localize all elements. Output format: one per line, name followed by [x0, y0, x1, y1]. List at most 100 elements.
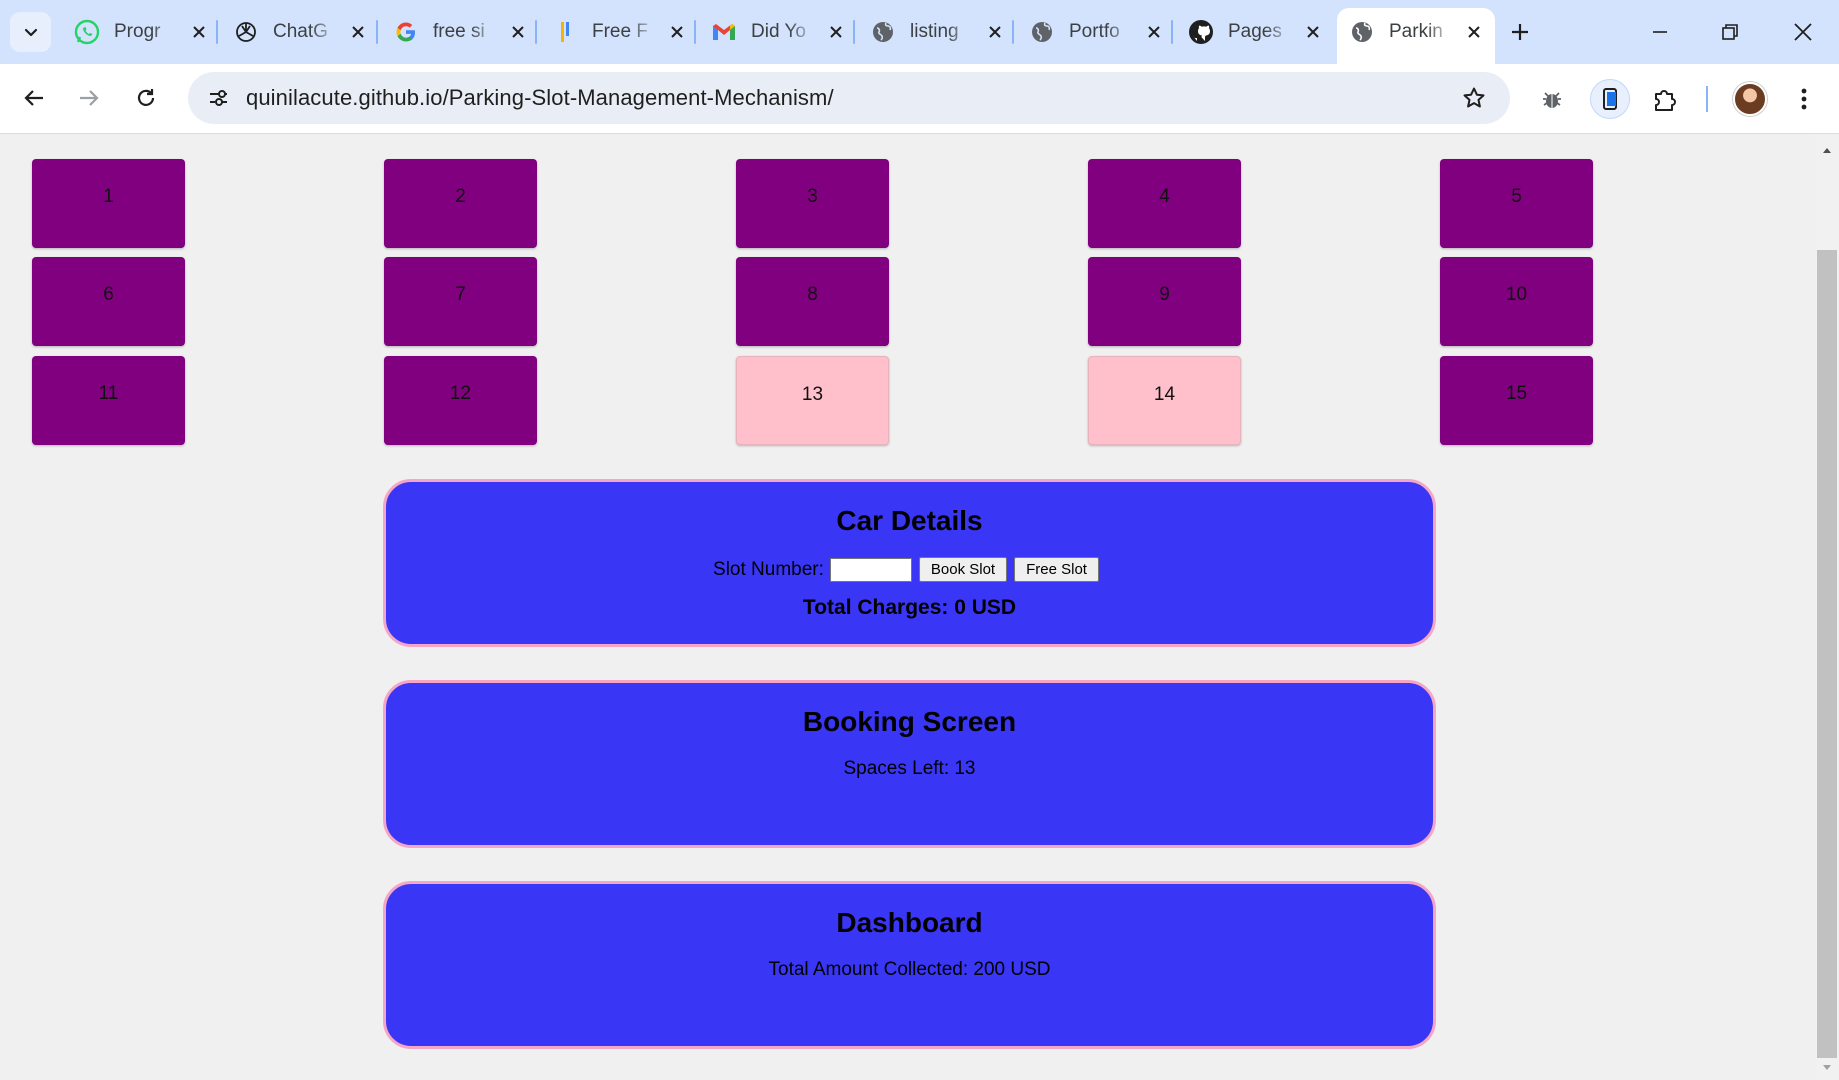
- profile-avatar[interactable]: [1733, 82, 1767, 116]
- parking-slot[interactable]: 2: [384, 159, 537, 248]
- slot-number-text: 2: [455, 186, 466, 207]
- tab-parking-active[interactable]: Parkin: [1337, 8, 1495, 64]
- tab-separator: [535, 20, 537, 44]
- tab-title: listing: [910, 21, 959, 42]
- tab-portfolio[interactable]: Portfo: [1017, 8, 1175, 56]
- back-button[interactable]: [12, 76, 56, 120]
- close-icon[interactable]: [1463, 21, 1485, 43]
- parking-slot[interactable]: 8: [736, 257, 889, 346]
- site-settings-icon[interactable]: [202, 82, 234, 114]
- tab-title: Portfo: [1069, 21, 1120, 42]
- parking-slot[interactable]: 14: [1088, 356, 1241, 445]
- tab-freepik[interactable]: Free F: [540, 8, 698, 56]
- close-icon[interactable]: [347, 21, 369, 43]
- close-icon[interactable]: [1302, 21, 1324, 43]
- tab-listing[interactable]: listing: [858, 8, 1016, 56]
- globe-icon: [1029, 19, 1055, 45]
- parking-slot[interactable]: 9: [1088, 257, 1241, 346]
- parking-slot[interactable]: 1: [32, 159, 185, 248]
- close-icon[interactable]: [507, 21, 529, 43]
- slot-number-text: 3: [807, 186, 818, 207]
- slot-number-text: 1: [103, 186, 114, 207]
- tab-separator: [376, 20, 378, 44]
- tab-separator: [1012, 20, 1014, 44]
- tab-title: Progr: [114, 21, 161, 42]
- slot-number-label: Slot Number:: [713, 558, 824, 580]
- github-icon: [1188, 19, 1214, 45]
- close-icon[interactable]: [666, 21, 688, 43]
- tab-title: Parkin: [1389, 21, 1443, 42]
- plus-icon: [1512, 24, 1528, 40]
- slot-form: Slot Number: Book Slot Free Slot: [386, 557, 1433, 582]
- google-icon: [393, 19, 419, 45]
- mobile-device-icon[interactable]: [1590, 79, 1630, 119]
- bookmark-star-icon[interactable]: [1460, 84, 1488, 112]
- tab-whatsapp[interactable]: Progr: [62, 8, 220, 56]
- parking-slot[interactable]: 15: [1440, 356, 1593, 445]
- parking-slot[interactable]: 3: [736, 159, 889, 248]
- url-text: quinilacute.github.io/Parking-Slot-Manag…: [246, 85, 834, 110]
- gmail-icon: [711, 19, 737, 45]
- slot-number-text: 7: [455, 284, 466, 305]
- restore-icon: [1722, 24, 1738, 40]
- extensions-puzzle-icon[interactable]: [1647, 81, 1683, 117]
- parking-slot[interactable]: 6: [32, 257, 185, 346]
- parking-slot[interactable]: 7: [384, 257, 537, 346]
- close-icon[interactable]: [825, 21, 847, 43]
- parking-slot[interactable]: 4: [1088, 159, 1241, 248]
- slot-number-text: 14: [1153, 384, 1176, 405]
- forward-button[interactable]: [67, 76, 111, 120]
- parking-slot[interactable]: 12: [384, 356, 537, 445]
- scroll-up-arrow-icon[interactable]: [1820, 143, 1834, 157]
- toolbar-divider: [1706, 86, 1708, 112]
- tab-google[interactable]: free si: [381, 8, 539, 56]
- whatsapp-icon: [74, 19, 100, 45]
- scrollbar-thumb[interactable]: [1817, 250, 1837, 1058]
- dashboard-panel: Dashboard Total Amount Collected: 200 US…: [383, 881, 1436, 1049]
- tab-chatgpt[interactable]: ChatG: [221, 8, 379, 56]
- car-details-title: Car Details: [836, 505, 983, 536]
- parking-slot[interactable]: 11: [32, 356, 185, 445]
- free-slot-button[interactable]: Free Slot: [1014, 557, 1099, 582]
- tab-github-pages[interactable]: Pages: [1176, 8, 1334, 56]
- page-viewport: 1 2 3 4 5 6 7 8 9 10 11 12 13 14 15 Car Details Slot N…: [0, 135, 1815, 1080]
- slot-number-input[interactable]: [829, 557, 912, 582]
- globe-icon: [870, 19, 896, 45]
- tab-strip: Progr ChatG free si Free F Did Yo listin…: [0, 0, 1839, 64]
- close-icon[interactable]: [1143, 21, 1165, 43]
- tab-title: ChatG: [273, 21, 328, 42]
- slot-number-text: 10: [1505, 284, 1528, 305]
- chatgpt-icon: [233, 19, 259, 45]
- kebab-menu-icon[interactable]: [1786, 81, 1822, 117]
- parking-slot[interactable]: 10: [1440, 257, 1593, 346]
- total-charges: Total Charges: 0 USD: [802, 596, 1017, 619]
- close-window-button[interactable]: [1768, 0, 1838, 64]
- tab-search-button[interactable]: [10, 12, 51, 52]
- slot-number-text: 13: [801, 384, 824, 405]
- slot-number-text: 4: [1159, 186, 1170, 207]
- address-bar[interactable]: quinilacute.github.io/Parking-Slot-Manag…: [188, 72, 1510, 124]
- dashboard-title: Dashboard: [836, 907, 983, 938]
- arrow-left-icon: [24, 90, 43, 106]
- slot-number-text: 12: [449, 383, 472, 404]
- minimize-button[interactable]: [1625, 0, 1695, 64]
- freepik-icon: [552, 19, 578, 45]
- reload-icon: [137, 89, 155, 106]
- book-slot-button[interactable]: Book Slot: [918, 557, 1008, 582]
- globe-icon: [1349, 19, 1375, 45]
- tab-separator: [694, 20, 696, 44]
- slot-number-text: 6: [103, 284, 114, 305]
- scroll-down-arrow-icon[interactable]: [1820, 1061, 1834, 1075]
- new-tab-button[interactable]: [1502, 14, 1538, 50]
- booking-screen-title: Booking Screen: [802, 706, 1017, 737]
- slot-number-text: 8: [807, 284, 818, 305]
- bug-icon[interactable]: [1534, 81, 1570, 117]
- parking-slot[interactable]: 5: [1440, 159, 1593, 248]
- reload-button[interactable]: [124, 76, 168, 120]
- tab-gmail[interactable]: Did Yo: [699, 8, 857, 56]
- parking-slot[interactable]: 13: [736, 356, 889, 445]
- close-icon[interactable]: [984, 21, 1006, 43]
- restore-button[interactable]: [1695, 0, 1765, 64]
- chevron-down-icon: [24, 28, 37, 37]
- close-icon[interactable]: [188, 21, 210, 43]
